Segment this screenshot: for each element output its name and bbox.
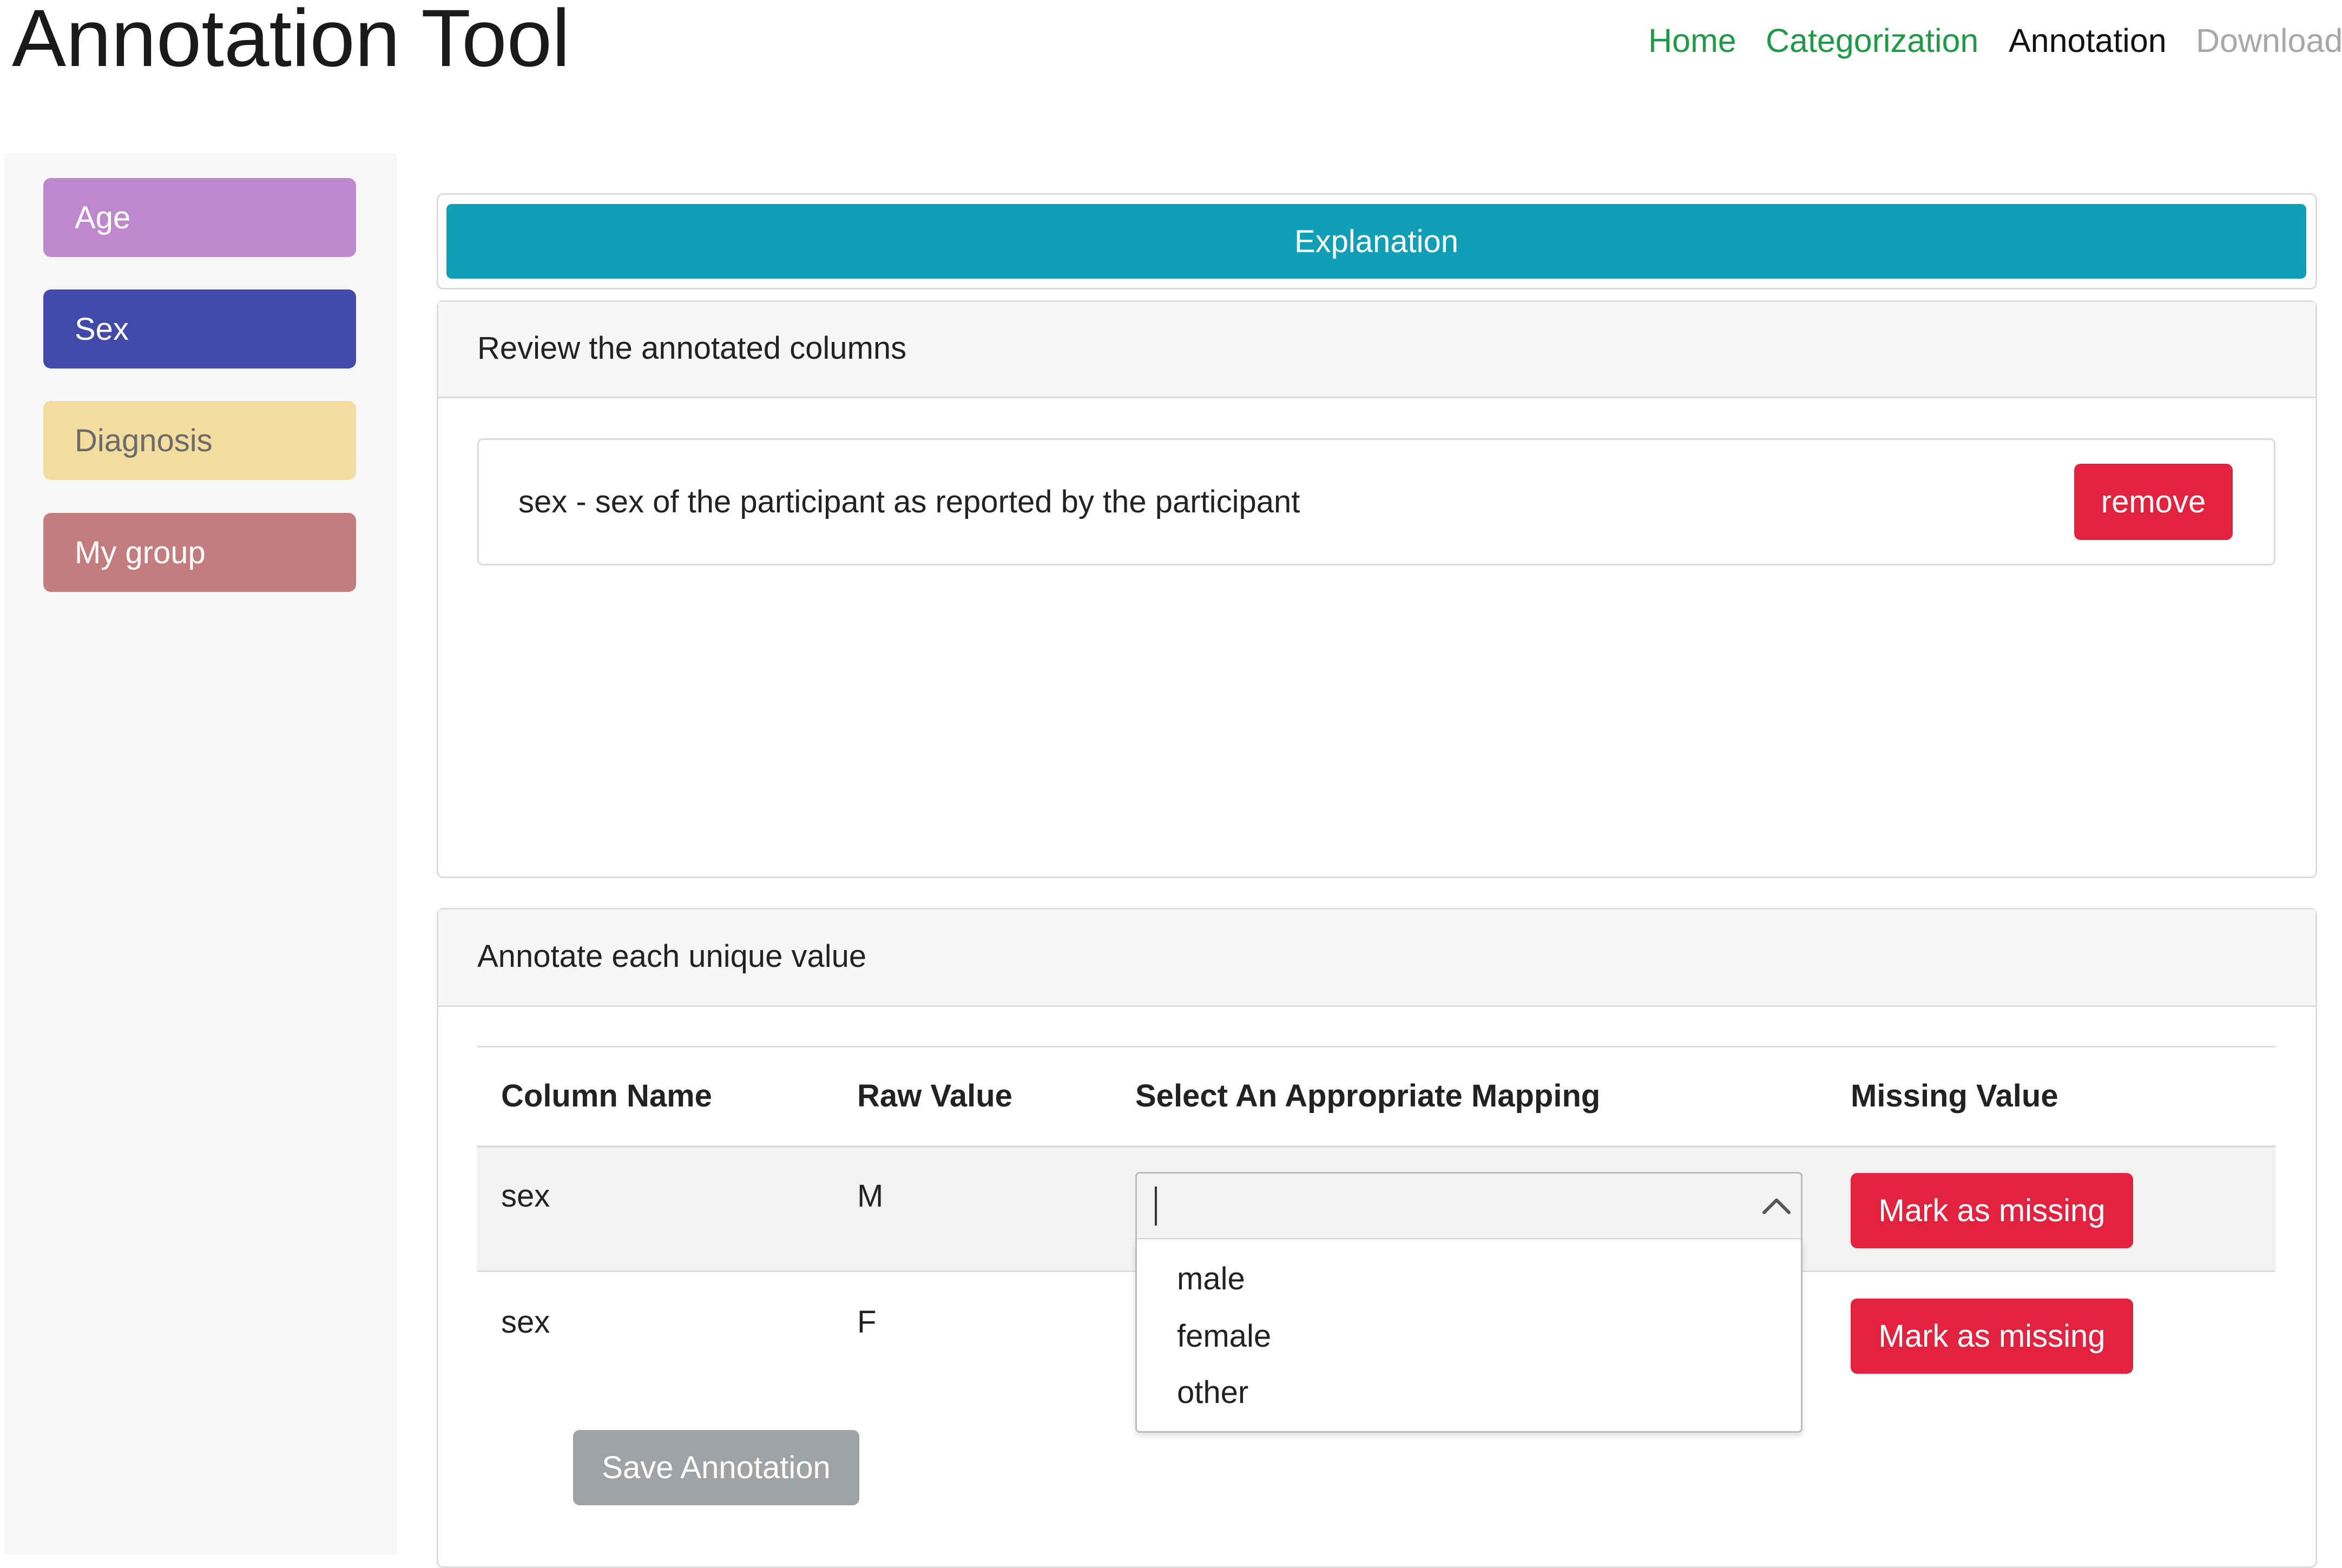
table-top-border — [477, 1046, 2275, 1047]
col-header-raw-value: Raw Value — [857, 1078, 1012, 1114]
group-label: Sex — [75, 311, 129, 347]
sidebar-group-age[interactable]: Age — [43, 178, 356, 257]
text-cursor — [1155, 1187, 1157, 1226]
sidebar: Age Sex Diagnosis My group — [4, 154, 397, 1555]
mark-missing-button[interactable]: Mark as missing — [1851, 1299, 2133, 1374]
cell-column-name: sex — [501, 1305, 550, 1340]
cell-column-name: sex — [501, 1178, 550, 1214]
col-header-column-name: Column Name — [501, 1078, 712, 1114]
cell-raw-value: M — [857, 1178, 884, 1214]
dropdown-option-female[interactable]: female — [1177, 1318, 1271, 1354]
dropdown-option-male[interactable]: male — [1177, 1261, 1245, 1297]
app-title: Annotation Tool — [12, 0, 570, 83]
mapping-select[interactable] — [1135, 1172, 1802, 1240]
sidebar-group-my-group[interactable]: My group — [43, 513, 356, 592]
chevron-up-icon[interactable] — [1762, 1196, 1791, 1215]
col-header-missing-value: Missing Value — [1851, 1078, 2058, 1114]
nav-categorization[interactable]: Categorization — [1766, 22, 1978, 60]
cell-raw-value: F — [857, 1305, 877, 1340]
review-item-text: sex - sex of the participant as reported… — [518, 484, 1300, 519]
explanation-button[interactable]: Explanation — [446, 204, 2306, 279]
save-annotation-button[interactable]: Save Annotation — [573, 1430, 859, 1505]
group-label: Age — [75, 200, 131, 235]
group-label: Diagnosis — [75, 423, 213, 458]
nav-annotation[interactable]: Annotation — [2009, 22, 2167, 60]
remove-button[interactable]: remove — [2074, 464, 2233, 540]
annotate-title: Annotate each unique value — [477, 939, 867, 974]
nav-home[interactable]: Home — [1648, 22, 1736, 60]
dropdown-option-other[interactable]: other — [1177, 1374, 1248, 1411]
nav-download[interactable]: Download — [2196, 22, 2342, 60]
sidebar-group-sex[interactable]: Sex — [43, 289, 356, 368]
col-header-mapping: Select An Appropriate Mapping — [1135, 1078, 1601, 1114]
group-label: My group — [75, 535, 206, 570]
mark-missing-button[interactable]: Mark as missing — [1851, 1173, 2133, 1248]
sidebar-group-diagnosis[interactable]: Diagnosis — [43, 401, 356, 480]
review-title: Review the annotated columns — [477, 331, 907, 366]
review-card — [437, 300, 2317, 878]
